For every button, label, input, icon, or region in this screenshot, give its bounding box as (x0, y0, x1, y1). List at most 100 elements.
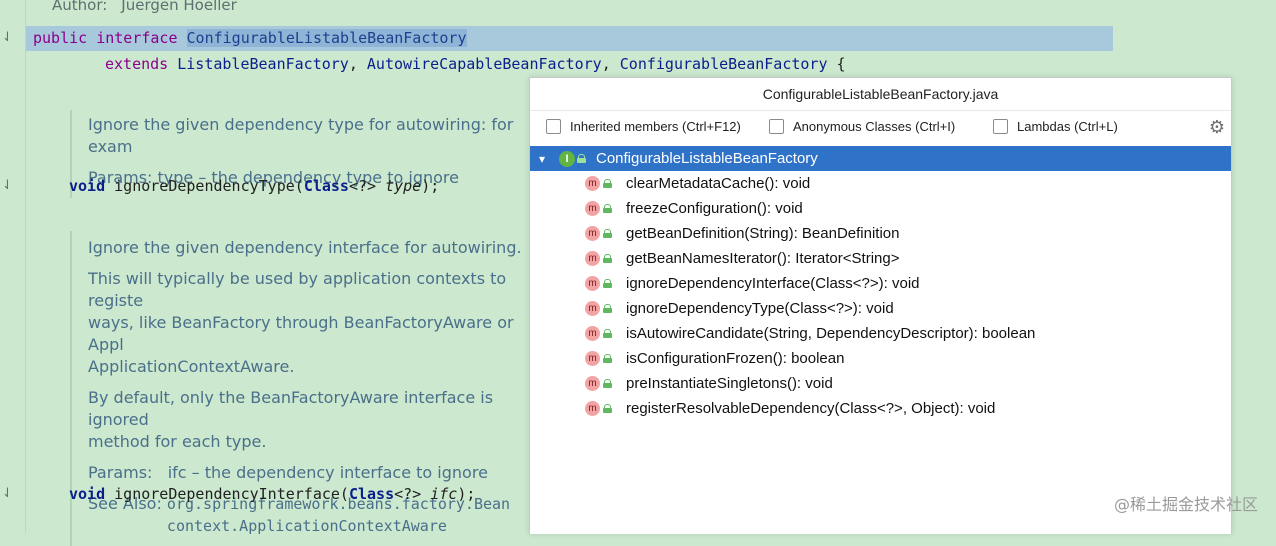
see-also-link[interactable]: context.ApplicationContextAware (167, 517, 447, 535)
checkbox[interactable] (993, 119, 1008, 134)
popup-title: ConfigurableListableBeanFactory.java (530, 78, 1231, 111)
method-icon: m (585, 351, 600, 366)
method-icon: m (585, 251, 600, 266)
method-ignore-dependency-interface[interactable]: void ignoreDependencyInterface(Class<?> … (69, 485, 475, 503)
editor-gutter: ⇃ ⇃ ⇃ (0, 0, 26, 533)
method-end: ); (421, 177, 440, 195)
author-line: Author: Juergen Hoeller (52, 0, 251, 14)
filter-inherited-members[interactable]: Inherited members (Ctrl+F12) (546, 119, 741, 134)
extends-type-3[interactable]: ConfigurableBeanFactory (620, 55, 828, 73)
file-structure-popup[interactable]: ConfigurableListableBeanFactory.java Inh… (529, 77, 1232, 534)
method-label: clearMetadataCache(): void (626, 175, 811, 192)
tree-method-item[interactable]: m freezeConfiguration(): void (530, 196, 1231, 221)
param-type[interactable]: Class (304, 177, 349, 195)
method-icon: m (585, 201, 600, 216)
method-name[interactable]: ignoreDependencyInterface( (114, 485, 349, 503)
filter-anonymous-classes[interactable]: Anonymous Classes (Ctrl+I) (769, 119, 955, 134)
interface-name-selected[interactable]: ConfigurableListableBeanFactory (186, 29, 467, 47)
checkbox[interactable] (769, 119, 784, 134)
param-name: type (385, 177, 422, 195)
tree-method-item[interactable]: m clearMetadataCache(): void (530, 171, 1231, 196)
implemented-arrow-icon[interactable]: ⇃ (2, 178, 13, 193)
param-name: ifc (430, 485, 458, 503)
structure-tree[interactable]: ▾ I ConfigurableListableBeanFactory m cle… (530, 146, 1231, 421)
generic: <?> (394, 485, 431, 503)
tree-method-item[interactable]: m preInstantiateSingletons(): void (530, 371, 1231, 396)
author-name: Juergen Hoeller (121, 0, 237, 14)
doc-params: Params: ifc – the dependency interface t… (88, 463, 488, 482)
doc-line: Ignore the given dependency type for aut… (88, 115, 514, 156)
filter-label: Lambdas (Ctrl+L) (1017, 119, 1118, 134)
tree-method-item[interactable]: m isConfigurationFrozen(): boolean (530, 346, 1231, 371)
interface-declaration[interactable]: public interface ConfigurableListableBea… (33, 29, 467, 47)
method-label: ignoreDependencyInterface(Class<?>): voi… (626, 275, 920, 292)
method-label: freezeConfiguration(): void (626, 200, 803, 217)
doc-line: ApplicationContextAware. (88, 357, 295, 376)
method-label: ignoreDependencyType(Class<?>): void (626, 300, 894, 317)
method-end: ); (457, 485, 476, 503)
interface-icon: I (559, 150, 575, 167)
tree-method-item[interactable]: m getBeanDefinition(String): BeanDefiniti… (530, 221, 1231, 246)
chevron-down-icon[interactable]: ▾ (539, 152, 549, 166)
filter-label: Anonymous Classes (Ctrl+I) (793, 119, 956, 134)
method-icon: m (585, 276, 600, 291)
public-lock-icon (577, 154, 586, 163)
public-lock-icon (603, 204, 612, 213)
return-type: void (69, 485, 106, 503)
doc-line: By default, only the BeanFactoryAware in… (88, 388, 494, 429)
public-lock-icon (603, 404, 612, 413)
extends-clause[interactable]: extends ListableBeanFactory, AutowireCap… (105, 55, 846, 73)
method-list: m clearMetadataCache(): void m freezeConfig… (530, 171, 1231, 421)
public-lock-icon (603, 229, 612, 238)
doc-paragraph: By default, only the BeanFactoryAware in… (88, 387, 542, 453)
open-brace: { (836, 55, 846, 73)
public-lock-icon (603, 179, 612, 188)
method-label: registerResolvableDependency(Class<?>, O… (626, 400, 996, 417)
implemented-arrow-icon[interactable]: ⇃ (2, 486, 13, 501)
keyword-public: public (33, 29, 88, 47)
method-ignore-dependency-type[interactable]: void ignoreDependencyType(Class<?> type)… (69, 177, 439, 195)
public-lock-icon (603, 304, 612, 313)
tree-root-interface[interactable]: ▾ I ConfigurableListableBeanFactory (530, 146, 1231, 171)
tree-method-item[interactable]: m ignoreDependencyType(Class<?>): void (530, 296, 1231, 321)
extends-type-1[interactable]: ListableBeanFactory (177, 55, 349, 73)
method-label: getBeanDefinition(String): BeanDefinitio… (626, 225, 900, 242)
gear-icon[interactable]: ⚙ (1209, 117, 1225, 138)
method-label: preInstantiateSingletons(): void (626, 375, 833, 392)
checkbox[interactable] (546, 119, 561, 134)
method-icon: m (585, 226, 600, 241)
public-lock-icon (603, 379, 612, 388)
doc-paragraph: This will typically be used by applicati… (88, 268, 542, 378)
tree-method-item[interactable]: m ignoreDependencyInterface(Class<?>): vo… (530, 271, 1231, 296)
doc-line: ways, like BeanFactory through BeanFacto… (88, 313, 514, 354)
method-icon: m (585, 326, 600, 341)
return-type: void (69, 177, 106, 195)
generic: <?> (348, 177, 386, 195)
param-type[interactable]: Class (349, 485, 394, 503)
method-icon: m (585, 401, 600, 416)
public-lock-icon (603, 329, 612, 338)
keyword-interface: interface (96, 29, 178, 47)
public-lock-icon (603, 254, 612, 263)
filter-bar: Inherited members (Ctrl+F12) Anonymous C… (530, 111, 1231, 146)
filter-label: Inherited members (Ctrl+F12) (570, 119, 741, 134)
tree-method-item[interactable]: m registerResolvableDependency(Class<?>, … (530, 396, 1231, 421)
implemented-arrow-icon[interactable]: ⇃ (2, 30, 13, 45)
method-icon: m (585, 301, 600, 316)
method-label: getBeanNamesIterator(): Iterator<String> (626, 250, 900, 267)
method-icon: m (585, 176, 600, 191)
tree-method-item[interactable]: m getBeanNamesIterator(): Iterator<String… (530, 246, 1231, 271)
extends-type-2[interactable]: AutowireCapableBeanFactory (367, 55, 602, 73)
method-label: isAutowireCandidate(String, DependencyDe… (626, 325, 1036, 342)
tree-method-item[interactable]: m isAutowireCandidate(String, DependencyD… (530, 321, 1231, 346)
method-name[interactable]: ignoreDependencyType( (114, 177, 304, 195)
method-label: isConfigurationFrozen(): boolean (626, 350, 845, 367)
filter-lambdas[interactable]: Lambdas (Ctrl+L) (993, 119, 1118, 134)
public-lock-icon (603, 279, 612, 288)
method-icon: m (585, 376, 600, 391)
doc-line: This will typically be used by applicati… (88, 269, 507, 310)
doc-line: Ignore the given dependency interface fo… (88, 238, 522, 257)
tree-root-label: ConfigurableListableBeanFactory (596, 150, 818, 167)
keyword-extends: extends (105, 55, 169, 73)
public-lock-icon (603, 354, 612, 363)
